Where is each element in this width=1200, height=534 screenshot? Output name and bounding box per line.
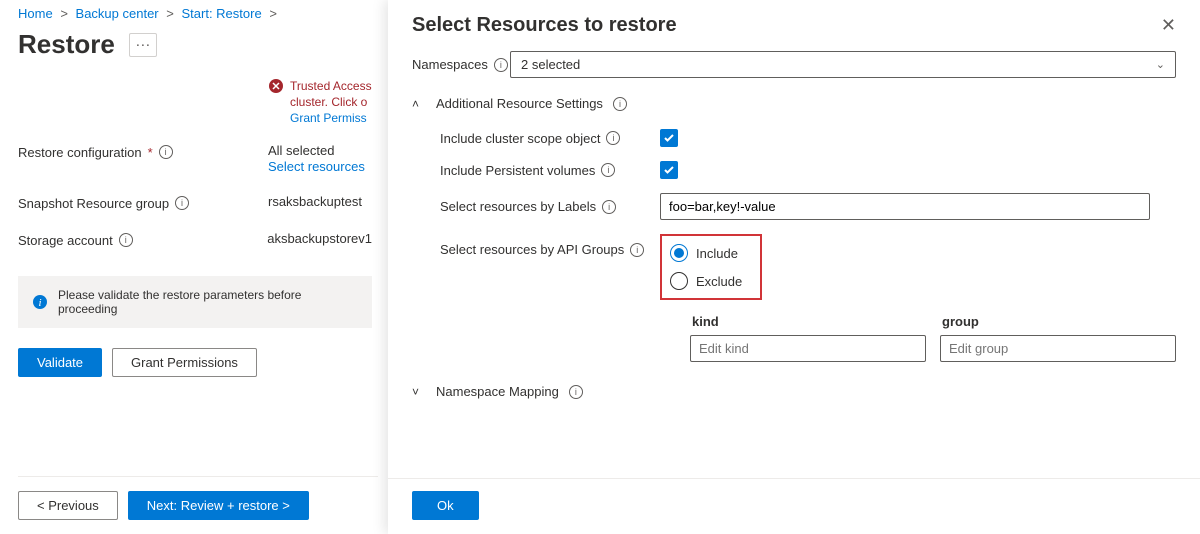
validate-button[interactable]: Validate (18, 348, 102, 377)
namespaces-label: Namespaces (412, 57, 488, 72)
exclude-radio[interactable]: Exclude (670, 272, 742, 290)
trusted-access-error: Trusted Access cluster. Click o Grant Pe… (268, 78, 372, 143)
chevron-right-icon: > (166, 6, 174, 21)
namespaces-select[interactable]: 2 selected ⌄ (510, 51, 1176, 78)
breadcrumb-home[interactable]: Home (18, 6, 53, 21)
group-input[interactable] (940, 335, 1176, 362)
grant-permission-link[interactable]: Grant Permiss (290, 110, 372, 126)
additional-resource-settings-label: Additional Resource Settings (436, 96, 603, 111)
required-asterisk: * (148, 145, 153, 160)
svg-text:i: i (38, 297, 41, 309)
chevron-right-icon: > (269, 6, 277, 21)
select-resources-panel: Select Resources to restore ✕ Namespaces… (388, 0, 1200, 534)
api-groups-radio-group-highlight: Include Exclude (660, 234, 762, 300)
info-icon[interactable]: i (606, 131, 620, 145)
kind-column-header: kind (690, 314, 926, 329)
info-icon[interactable]: i (175, 196, 189, 210)
info-icon[interactable]: i (630, 243, 644, 257)
error-icon (268, 78, 284, 94)
info-icon[interactable]: i (494, 58, 508, 72)
close-icon[interactable]: ✕ (1161, 15, 1176, 36)
grant-permissions-button[interactable]: Grant Permissions (112, 348, 257, 377)
select-by-labels-label: Select resources by Labels (440, 199, 596, 214)
chevron-up-icon: ˄ (412, 97, 426, 111)
select-by-labels-input[interactable] (660, 193, 1150, 220)
error-line-1: Trusted Access (290, 79, 372, 93)
info-icon: i (32, 294, 48, 310)
include-persistent-volumes-label: Include Persistent volumes (440, 163, 595, 178)
breadcrumb-start-restore[interactable]: Start: Restore (181, 6, 261, 21)
namespaces-value: 2 selected (521, 57, 580, 72)
next-review-restore-button[interactable]: Next: Review + restore > (128, 491, 309, 520)
restore-configuration-value: All selected (268, 143, 334, 158)
chevron-down-icon: ˅ (412, 385, 426, 399)
select-resources-link[interactable]: Select resources (268, 159, 372, 174)
namespace-mapping-label: Namespace Mapping (436, 384, 559, 399)
storage-account-value: aksbackupstorev1 (267, 231, 372, 246)
additional-resource-settings-toggle[interactable]: ˄ Additional Resource Settings i (412, 96, 1176, 111)
namespace-mapping-toggle[interactable]: ˅ Namespace Mapping i (412, 384, 1176, 399)
include-cluster-scope-label: Include cluster scope object (440, 131, 600, 146)
info-icon[interactable]: i (119, 233, 133, 247)
group-column-header: group (940, 314, 1176, 329)
radio-icon (670, 244, 688, 262)
snapshot-resource-group-value: rsaksbackuptest (268, 194, 362, 209)
info-icon[interactable]: i (569, 385, 583, 399)
select-by-api-groups-label: Select resources by API Groups (440, 242, 624, 257)
info-icon[interactable]: i (601, 163, 615, 177)
validation-info-text: Please validate the restore parameters b… (58, 288, 358, 316)
info-icon[interactable]: i (613, 97, 627, 111)
include-cluster-scope-checkbox[interactable] (660, 129, 678, 147)
validation-info-banner: i Please validate the restore parameters… (18, 276, 372, 328)
error-line-2: cluster. Click o (290, 95, 367, 109)
info-icon[interactable]: i (602, 200, 616, 214)
page-title: Restore (18, 29, 115, 60)
include-radio[interactable]: Include (670, 244, 742, 262)
restore-configuration-label: Restore configuration (18, 145, 142, 160)
info-icon[interactable]: i (159, 145, 173, 159)
radio-icon (670, 272, 688, 290)
include-persistent-volumes-checkbox[interactable] (660, 161, 678, 179)
include-radio-label: Include (696, 246, 738, 261)
ok-button[interactable]: Ok (412, 491, 479, 520)
more-button[interactable]: ··· (129, 33, 157, 57)
snapshot-resource-group-label: Snapshot Resource group (18, 196, 169, 211)
previous-button[interactable]: < Previous (18, 491, 118, 520)
kind-input[interactable] (690, 335, 926, 362)
exclude-radio-label: Exclude (696, 274, 742, 289)
chevron-down-icon: ⌄ (1156, 58, 1165, 71)
chevron-right-icon: > (60, 6, 68, 21)
storage-account-label: Storage account (18, 233, 113, 248)
panel-title: Select Resources to restore (412, 14, 677, 37)
breadcrumb-backup-center[interactable]: Backup center (76, 6, 159, 21)
